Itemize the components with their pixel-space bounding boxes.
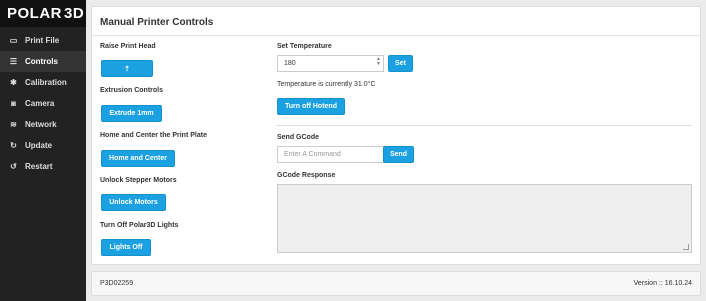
resize-handle-icon[interactable]: [683, 244, 689, 250]
gcode-command-input[interactable]: Enter A Command: [277, 146, 384, 163]
controls-panel: Manual Printer Controls Raise Print Head…: [91, 6, 701, 265]
sidebar-item-label: Update: [25, 141, 53, 150]
sidebar-item-network[interactable]: ≋ Network: [0, 114, 86, 135]
home-label: Home and Center the Print Plate: [100, 132, 207, 139]
restart-icon: ↺: [10, 162, 17, 171]
device-id: P3D02259: [100, 280, 134, 287]
temperature-input[interactable]: 180 ▲ ▼: [277, 55, 384, 72]
sidebar-item-label: Calibration: [25, 78, 67, 87]
sidebar: POLAR 3D ▭ Print File ☰ Controls ✱ Calib…: [0, 0, 86, 301]
temperature-stepper-icon[interactable]: ▲ ▼: [376, 57, 381, 67]
refresh-icon: ↻: [10, 141, 17, 150]
lights-off-button[interactable]: Lights Off: [101, 239, 151, 256]
raise-head-button[interactable]: ⇡: [101, 60, 153, 77]
sidebar-item-restart[interactable]: ↺ Restart: [0, 156, 86, 177]
send-gcode-label: Send GCode: [277, 134, 320, 141]
page-title: Manual Printer Controls: [100, 17, 214, 28]
lights-label: Turn Off Polar3D Lights: [100, 222, 179, 229]
gear-icon: ✱: [10, 78, 17, 87]
sidebar-item-label: Controls: [25, 57, 58, 66]
sidebar-item-camera[interactable]: ◙ Camera: [0, 93, 86, 114]
wifi-icon: ≋: [10, 120, 17, 129]
unlock-label: Unlock Stepper Motors: [100, 177, 177, 184]
title-divider: [92, 35, 700, 36]
set-temperature-button[interactable]: Set: [388, 55, 413, 72]
home-center-button[interactable]: Home and Center: [101, 150, 175, 167]
gcode-response-textarea[interactable]: [277, 184, 692, 253]
sidebar-item-label: Restart: [25, 162, 53, 171]
sliders-icon: ☰: [9, 57, 18, 66]
polar3d-logo: POLAR 3D: [0, 0, 86, 27]
sidebar-item-label: Camera: [25, 99, 55, 108]
version-text: Version :: 16.10.24: [633, 280, 692, 287]
temperature-value: 180: [284, 60, 296, 67]
unlock-motors-button[interactable]: Unlock Motors: [101, 194, 166, 211]
sidebar-item-label: Print File: [25, 36, 60, 45]
temperature-status: Temperature is currently 31.0°C: [277, 81, 376, 88]
raise-label: Raise Print Head: [100, 43, 156, 50]
footer: P3D02259 Version :: 16.10.24: [91, 271, 701, 296]
send-gcode-button[interactable]: Send: [383, 146, 414, 163]
extrude-button[interactable]: Extrude 1mm: [101, 105, 162, 122]
logo-text-left: POLAR: [7, 5, 62, 22]
camera-icon: ◙: [11, 99, 16, 108]
temperature-label: Set Temperature: [277, 43, 332, 50]
sidebar-item-label: Network: [25, 120, 57, 129]
sidebar-item-calibration[interactable]: ✱ Calibration: [0, 72, 86, 93]
sidebar-item-controls[interactable]: ☰ Controls: [0, 51, 86, 72]
sidebar-item-print-file[interactable]: ▭ Print File: [0, 30, 86, 51]
turn-off-hotend-button[interactable]: Turn off Hotend: [277, 98, 345, 115]
gcode-response-label: GCode Response: [277, 172, 336, 179]
gcode-placeholder: Enter A Command: [284, 151, 341, 158]
extrusion-label: Extrusion Controls: [100, 87, 164, 94]
sidebar-item-update[interactable]: ↻ Update: [0, 135, 86, 156]
logo-text-right: 3D: [64, 5, 85, 22]
file-icon: ▭: [9, 36, 18, 45]
section-divider: [276, 125, 692, 126]
